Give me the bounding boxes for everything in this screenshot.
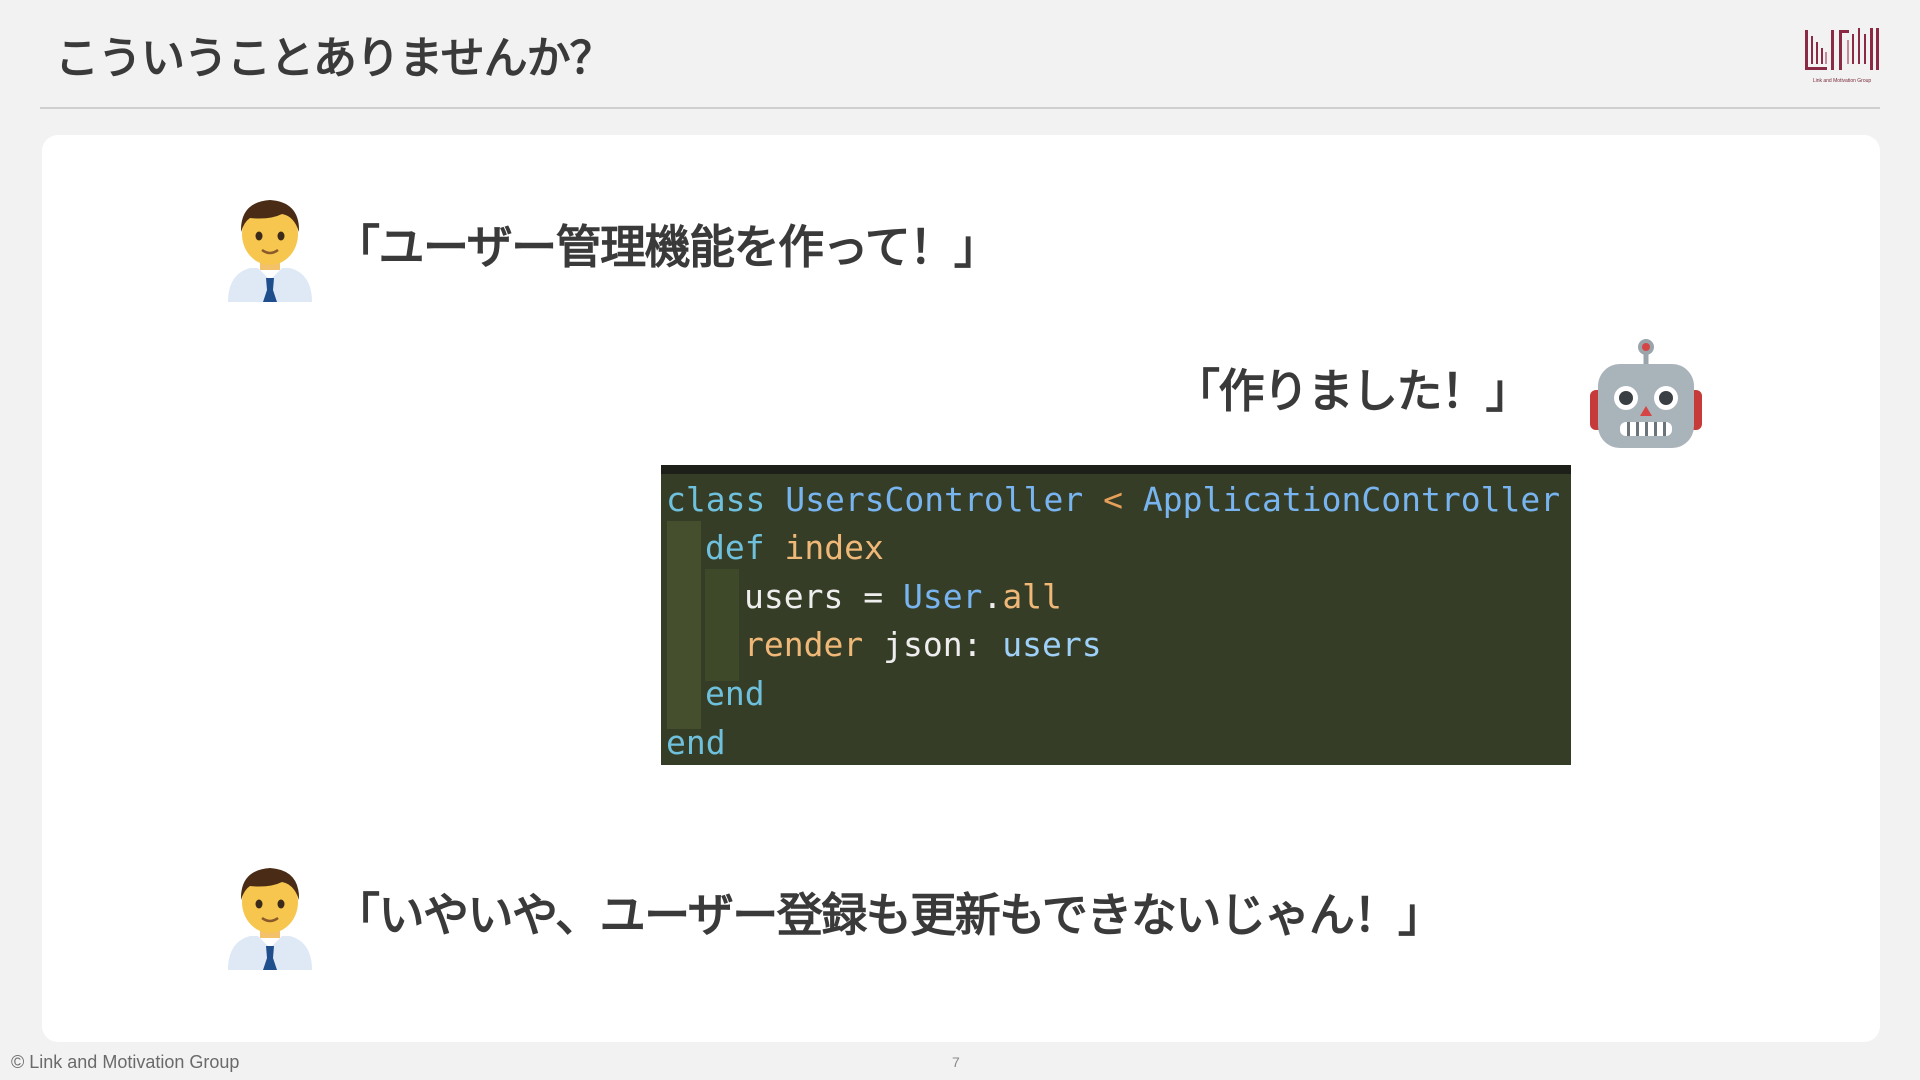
code-token: end [666,723,726,762]
robot-face-icon [1590,339,1702,448]
code-line: end [666,726,726,759]
code-line: end [705,677,765,710]
request-speech: 「ユーザー管理機能を作って！」 [334,220,1000,274]
code-token: . [982,577,1003,616]
reply-speech: 「作りました！」 [1174,364,1532,418]
code-token: json: [863,625,1003,664]
footer-copyright: © Link and Motivation Group [11,1052,240,1072]
code-line: def index [705,531,884,564]
code-token: index [784,528,884,567]
slide-title: こういうことありませんか？ [55,33,614,84]
page-number: 7 [952,1054,960,1070]
man-office-worker-icon [228,200,312,302]
code-token: UsersController [785,480,1084,519]
code-token: = [843,577,903,616]
logo-mark-icon [1805,28,1879,70]
code-token: users [1002,625,1102,664]
code-token: users [744,577,844,616]
code-token: User [902,577,983,616]
complaint-speech: 「いやいや、ユーザー登録も更新もできないじゃん！」 [334,888,1444,942]
code-token: end [705,674,765,713]
code-token: render [744,625,864,664]
logo-caption: Link and Motivation Group [1812,78,1872,84]
code-token: ApplicationController [1142,480,1561,519]
code-window-topbar [661,465,1571,474]
code-token: class [666,480,766,519]
code-line: render json: users [744,628,1102,661]
header-divider [40,107,1880,109]
indent-guide [705,569,739,681]
code-token: < [1083,480,1143,519]
company-logo: Link and Motivation Group [1803,24,1881,88]
code-line: class UsersController < ApplicationContr… [666,483,1560,516]
code-token: def [705,528,765,567]
code-snippet: class UsersController < ApplicationContr… [661,465,1571,765]
indent-guide [667,521,701,729]
code-token: all [1002,577,1062,616]
code-line: users = User.all [744,580,1062,613]
man-office-worker-icon [228,868,312,970]
